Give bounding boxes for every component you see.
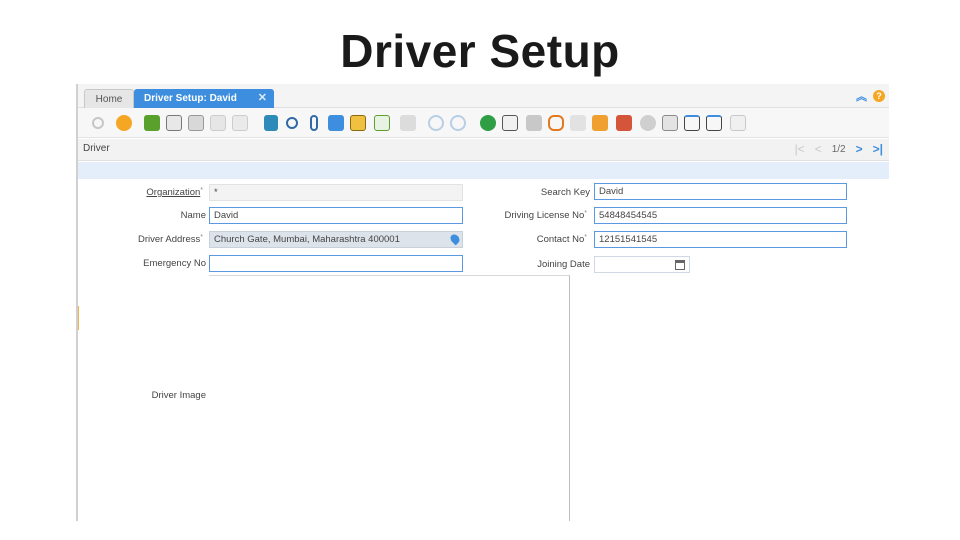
emergency-no-field[interactable]: [209, 255, 463, 272]
tab-driver-setup[interactable]: Driver Setup: David David ✕: [134, 89, 274, 123]
search-key-label: Search Key: [540, 187, 590, 198]
search-key-field[interactable]: David: [594, 183, 847, 200]
export-icon[interactable]: [684, 115, 700, 131]
name-label: Name: [180, 210, 206, 221]
location-pin-icon[interactable]: [448, 232, 462, 246]
detail-record-icon[interactable]: [450, 115, 466, 131]
driver-image-label: Driver Image: [151, 390, 206, 401]
close-icon[interactable]: ✕: [258, 89, 267, 108]
window-controls: ︽ ?: [856, 88, 885, 104]
previous-record-button[interactable]: <: [815, 142, 822, 156]
driving-license-field[interactable]: 54848454545: [594, 207, 847, 224]
delete-icon[interactable]: [188, 115, 204, 131]
workflow-icon[interactable]: [592, 115, 608, 131]
name-field[interactable]: David: [209, 207, 463, 224]
driver-address-label: Driver Address*: [137, 234, 203, 245]
save-new-icon[interactable]: [232, 115, 248, 131]
help-icon[interactable]: [116, 115, 132, 131]
contact-no-field[interactable]: 12151541545: [594, 231, 847, 248]
product-info-icon[interactable]: [350, 115, 366, 131]
record-position: 1/2: [831, 143, 846, 155]
link-icon[interactable]: [548, 115, 564, 131]
print-preview-icon[interactable]: [502, 115, 518, 131]
breadcrumb: Driver |< < 1/2 > >|: [78, 139, 889, 161]
first-record-button[interactable]: |<: [795, 142, 805, 156]
import-icon[interactable]: [706, 115, 722, 131]
driver-form: Organization* * Name David Driver Addres…: [78, 179, 889, 521]
tab-home[interactable]: Home: [84, 89, 134, 108]
grid-toggle-icon[interactable]: [374, 115, 390, 131]
slide-title: Driver Setup: [340, 25, 620, 77]
copy-icon[interactable]: [730, 115, 746, 131]
form-header-band: [78, 162, 889, 179]
driver-image-box[interactable]: [209, 275, 570, 521]
undo-icon[interactable]: [92, 117, 104, 129]
breadcrumb-label: Driver: [83, 143, 110, 154]
chat-icon[interactable]: [328, 115, 344, 131]
refresh-icon[interactable]: [264, 115, 278, 131]
collapse-icon[interactable]: ︽: [856, 88, 867, 104]
process-icon[interactable]: [640, 115, 656, 131]
new-record-icon[interactable]: [144, 115, 160, 131]
emergency-no-label: Emergency No: [143, 258, 206, 269]
save-icon[interactable]: [210, 115, 226, 131]
contact-no-label: Contact No*: [536, 234, 587, 245]
record-navigator: |< < 1/2 > >|: [795, 142, 883, 156]
next-record-button[interactable]: >: [856, 142, 863, 156]
request-icon[interactable]: [570, 115, 586, 131]
archive-icon[interactable]: [616, 115, 632, 131]
parent-record-icon[interactable]: [428, 115, 444, 131]
driver-address-field[interactable]: Church Gate, Mumbai, Maharashtra 400001: [209, 231, 463, 248]
app-window: Home Driver Setup: David David ✕ ︽ ?: [76, 84, 889, 521]
joining-date-field[interactable]: [594, 256, 690, 273]
organization-field[interactable]: *: [209, 184, 463, 201]
toolbar: [78, 108, 889, 138]
customize-icon[interactable]: [662, 115, 678, 131]
help-icon[interactable]: ?: [873, 90, 885, 102]
tab-bar: Home Driver Setup: David David ✕ ︽ ?: [78, 84, 889, 123]
side-collapse-handle[interactable]: [78, 306, 79, 330]
organization-label: Organization*: [146, 187, 203, 198]
driving-license-label: Driving License No*: [504, 210, 587, 221]
attachment-icon[interactable]: [310, 115, 318, 131]
report-icon[interactable]: [480, 115, 496, 131]
settings-icon[interactable]: [400, 115, 416, 131]
print-icon[interactable]: [526, 115, 542, 131]
joining-date-label: Joining Date: [537, 259, 590, 270]
driver-address-value: Church Gate, Mumbai, Maharashtra 400001: [214, 234, 400, 245]
calendar-icon[interactable]: [675, 260, 685, 270]
find-icon[interactable]: [286, 117, 298, 129]
copy-record-icon[interactable]: [166, 115, 182, 131]
last-record-button[interactable]: >|: [873, 142, 883, 156]
